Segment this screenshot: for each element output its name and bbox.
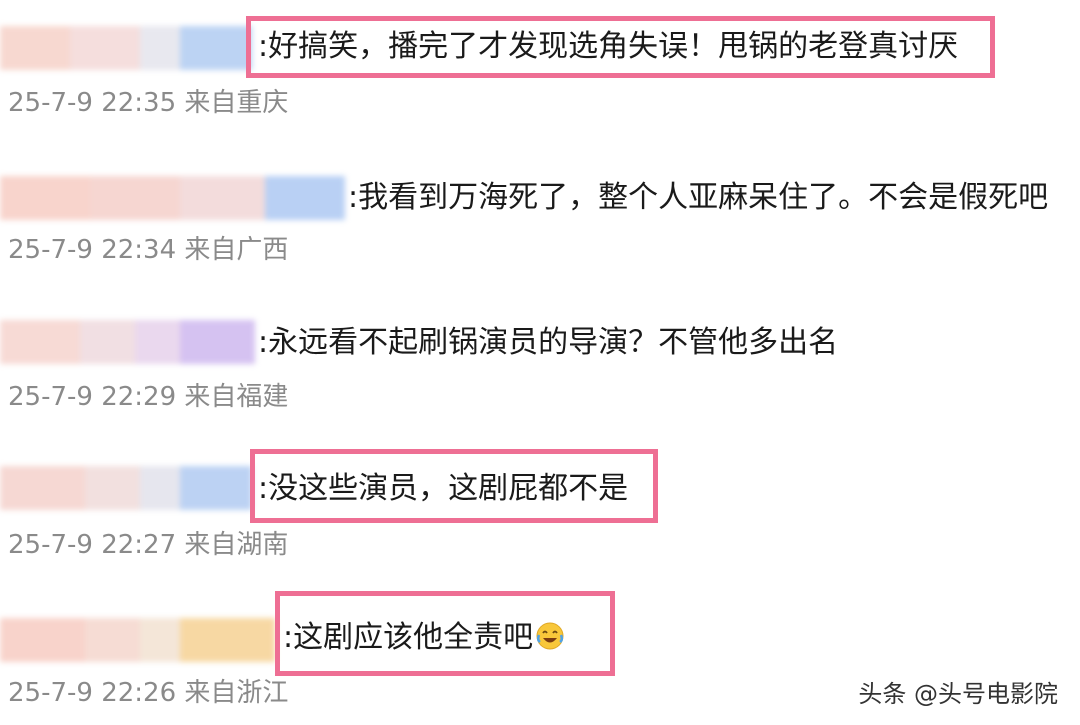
comment-text: :我看到万海死了，整个人亚麻呆住了。不会是假死吧 [348,180,1049,215]
blurred-username [0,176,345,220]
comment-text: :没这些演员，这剧屁都不是 [258,471,629,506]
blurred-username [0,320,255,364]
comment-meta: 25-7-9 22:34 来自广西 [8,235,289,265]
watermark: 头条 @头号电影院 [858,680,1058,708]
comment-meta: 25-7-9 22:26 来自浙江 [8,678,289,708]
comment-text-content: :这剧应该他全责吧 [283,620,534,655]
comment-meta: 25-7-9 22:27 来自湖南 [8,530,289,560]
comment-text: :这剧应该他全责吧 [283,616,565,660]
comment-screenshot: :好搞笑，播完了才发现选角失误！甩锅的老登真讨厌 25-7-9 22:35 来自… [0,0,1080,725]
comment-text: :永远看不起刷锅演员的导演？不管他多出名 [258,325,839,360]
laughing-crying-emoji-icon [536,622,564,650]
blurred-username [0,466,252,510]
blurred-username [0,618,275,662]
comment-meta: 25-7-9 22:29 来自福建 [8,382,289,412]
comment-item: :这剧应该他全责吧 25-7-9 22:26 来自浙江 [0,0,1080,708]
